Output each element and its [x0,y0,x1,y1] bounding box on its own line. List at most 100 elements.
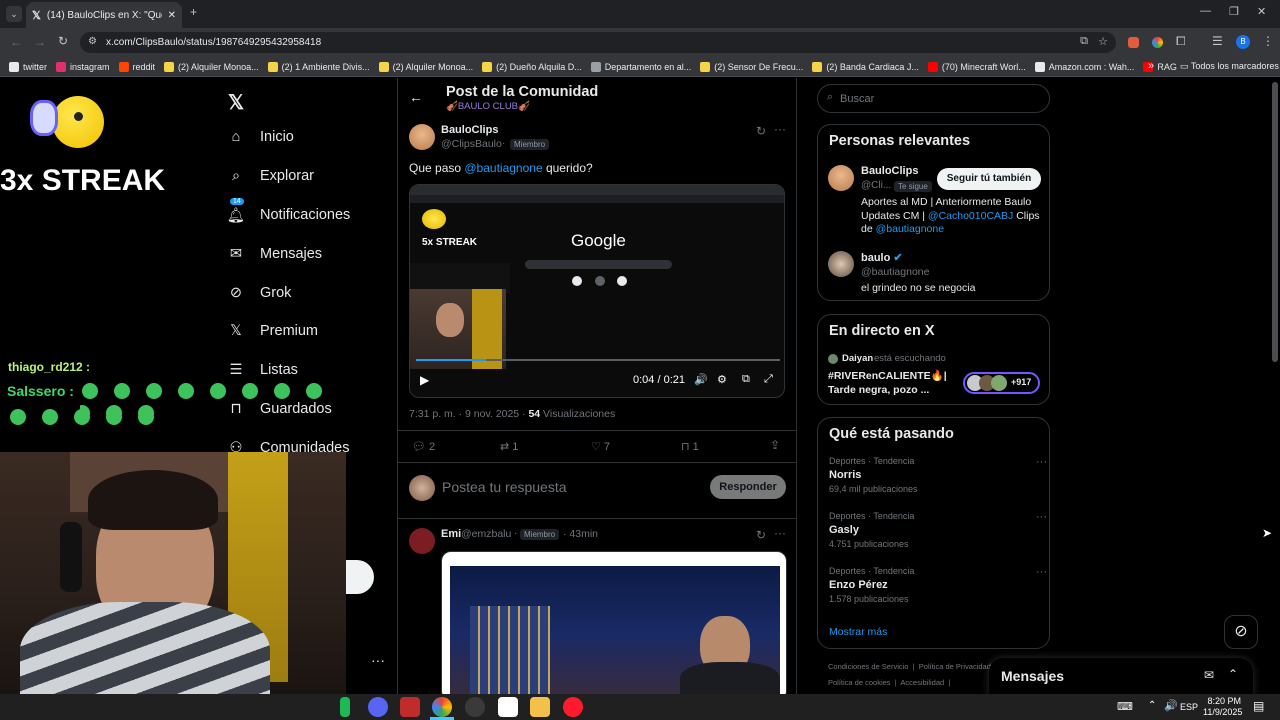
bio-mention[interactable]: @Cacho010CABJ [928,210,1013,222]
nav-item-mensajes[interactable]: ✉ Mensajes [228,246,322,262]
bookmark-item[interactable]: (2) Banda Cardiaca J... [812,61,919,72]
nav-item-notificaciones[interactable]: 🔔︎ 14 Notificaciones [227,198,350,224]
expand-icon[interactable]: ⌃ [1228,667,1238,681]
page-scrollbar[interactable] [1272,82,1278,362]
new-message-icon[interactable]: ✉ [1204,668,1214,682]
language-indicator[interactable]: ESP [1180,702,1198,712]
bookmark-action[interactable]: ⊓ 1 [681,440,699,453]
discord-icon[interactable] [368,697,388,717]
reply-more-icon[interactable]: ··· [774,526,786,540]
trend-more-icon[interactable]: ··· [1036,511,1047,523]
nav-item-explorar[interactable]: ⌕ Explorar [228,168,314,184]
cookies-link[interactable]: Política de cookies [828,678,891,687]
person2-handle[interactable]: @bautiagnone [861,266,929,278]
show-more-link[interactable]: Mostrar más [829,626,887,638]
fullscreen-icon[interactable]: ⤢ [764,373,773,386]
bookmark-item[interactable]: Departamento en al... [590,61,691,72]
terms-link[interactable]: Condiciones de Servicio [828,662,908,671]
restore-button[interactable]: ❐ [1229,5,1239,18]
notifications-icon[interactable]: ▤ [1253,699,1264,713]
bookmark-item[interactable]: (70) Minecraft Worl... [927,61,1026,72]
privacy-link[interactable]: Política de Privacidad [919,662,991,671]
cast-icon[interactable]: ⧉ [1080,35,1088,48]
menu-icon[interactable]: ⋮ [1262,34,1274,48]
post-more-icon[interactable]: ··· [774,122,786,136]
reply-media[interactable] [441,551,787,694]
pip-icon[interactable]: ⧉ [742,373,750,386]
reply-community-icon[interactable]: ↻ [756,528,766,542]
trend-more-icon[interactable]: ··· [1036,566,1047,578]
nav-item-grok[interactable]: ⊘ Grok [228,285,292,301]
close-window-button[interactable]: ✕ [1257,5,1266,18]
opera-icon[interactable] [563,697,583,717]
file-explorer-icon[interactable] [530,697,550,717]
bookmark-item[interactable]: (2) Alquiler Monoa... [378,61,473,72]
back-icon[interactable]: ← [10,35,22,49]
extension-icon[interactable] [1128,37,1139,48]
bookmark-item[interactable]: Amazon.com : Wah... [1034,61,1134,72]
spotify-icon[interactable] [340,697,350,717]
person-name[interactable]: BauloClips [861,165,918,177]
like-action[interactable]: ♡ 7 [591,440,610,453]
bookmark-item[interactable]: (2) 1 Ambiente Divis... [267,61,370,72]
network-volume-icon[interactable]: 🔊 [1164,699,1178,712]
community-link[interactable]: 🎻BAULO CLUB🎻 [446,101,530,112]
address-bar[interactable]: ⚙ x.com/ClipsBaulo/status/19876492954329… [80,32,1116,53]
settings-icon[interactable]: ⚙ [717,373,727,386]
trend-item[interactable]: Deportes · Tendencia Gasly 4.751 publicaci… [829,511,1047,561]
reply-input[interactable]: Postea tu respuesta [442,479,567,495]
person-avatar[interactable] [828,165,854,191]
reply-button[interactable]: Responder [710,475,786,499]
nav-item-premium[interactable]: 𝕏 Premium [228,323,318,339]
nav-item-inicio[interactable]: ⌂ Inicio [228,129,294,145]
bookmark-item[interactable]: twitter [9,61,47,72]
all-bookmarks-button[interactable]: ▭ Todos los marcadores [1180,61,1279,72]
author-avatar[interactable] [409,124,435,150]
tab-search-button[interactable]: ⌄ [6,6,22,22]
bookmark-item[interactable]: (2) Sensor De Frecu... [700,61,803,72]
search-input[interactable]: ⌕ Buscar [817,84,1050,113]
clock-time[interactable]: 8:20 PM [1207,696,1241,706]
more-options-icon[interactable]: ··· [371,652,385,668]
reply-author-name[interactable]: Emi [441,528,461,540]
tray-chevron-icon[interactable]: ⌃ [1148,700,1156,711]
close-tab-icon[interactable]: ✕ [168,10,176,21]
new-tab-button[interactable]: + [190,5,197,19]
nav-item-listas[interactable]: ☰ Listas [228,362,298,378]
keyboard-icon[interactable]: ⌨ [1117,700,1133,713]
reply-author-avatar[interactable] [409,528,435,554]
active-tab[interactable]: 𝕏 (14) BauloClips en X: "Que paso ✕ [26,2,182,28]
repost-action[interactable]: ⇄ 1 [500,440,518,453]
site-info-icon[interactable]: ⚙ [88,36,97,47]
follow-back-button[interactable]: Seguir tú también [937,168,1041,190]
play-icon[interactable]: ▶ [420,373,429,387]
person-handle[interactable]: @Cli... [861,180,891,191]
bio-mention-2[interactable]: @bautiagnone [876,223,944,235]
clock-date[interactable]: 11/9/2025 [1203,707,1242,717]
forward-icon[interactable]: → [34,35,46,49]
profile-avatar[interactable]: B [1236,35,1250,49]
bookmark-item[interactable]: reddit [118,61,155,72]
bookmarks-overflow-button[interactable]: » [1148,60,1154,72]
post-button[interactable] [346,560,374,594]
person2-name[interactable]: baulo ✔ [861,251,903,264]
reading-list-icon[interactable]: ☰ [1212,34,1223,48]
reply-author-handle[interactable]: @emzbalu [461,528,511,540]
host-name[interactable]: Daiyan [842,353,873,364]
accessibility-link[interactable]: Accesibilidad [900,678,944,687]
extension-color-icon[interactable] [1152,37,1163,48]
bookmark-item[interactable]: (2) Alquiler Monoa... [164,61,259,72]
nav-item-guardados[interactable]: ⊓ Guardados [228,401,331,417]
bookmark-star-icon[interactable]: ☆ [1098,35,1108,48]
trend-more-icon[interactable]: ··· [1036,456,1047,468]
trend-item[interactable]: Deportes · Tendencia Norris 69,4 mil publi… [829,456,1047,506]
extensions-icon[interactable]: ⧠ [1176,34,1186,49]
epic-icon[interactable] [498,697,518,717]
chrome-icon[interactable] [432,697,452,717]
reload-icon[interactable]: ↻ [58,34,68,48]
minimize-button[interactable]: — [1200,5,1211,17]
video-player[interactable]: 5x STREAK Google ▶ 0:04 / 0:21 🔊 ⚙ ⧉ ⤢ [409,184,785,398]
messages-drawer[interactable]: Mensajes ✉ ⌃ [989,658,1253,694]
author-name[interactable]: BauloClips [441,124,498,136]
person2-avatar[interactable] [828,251,854,277]
